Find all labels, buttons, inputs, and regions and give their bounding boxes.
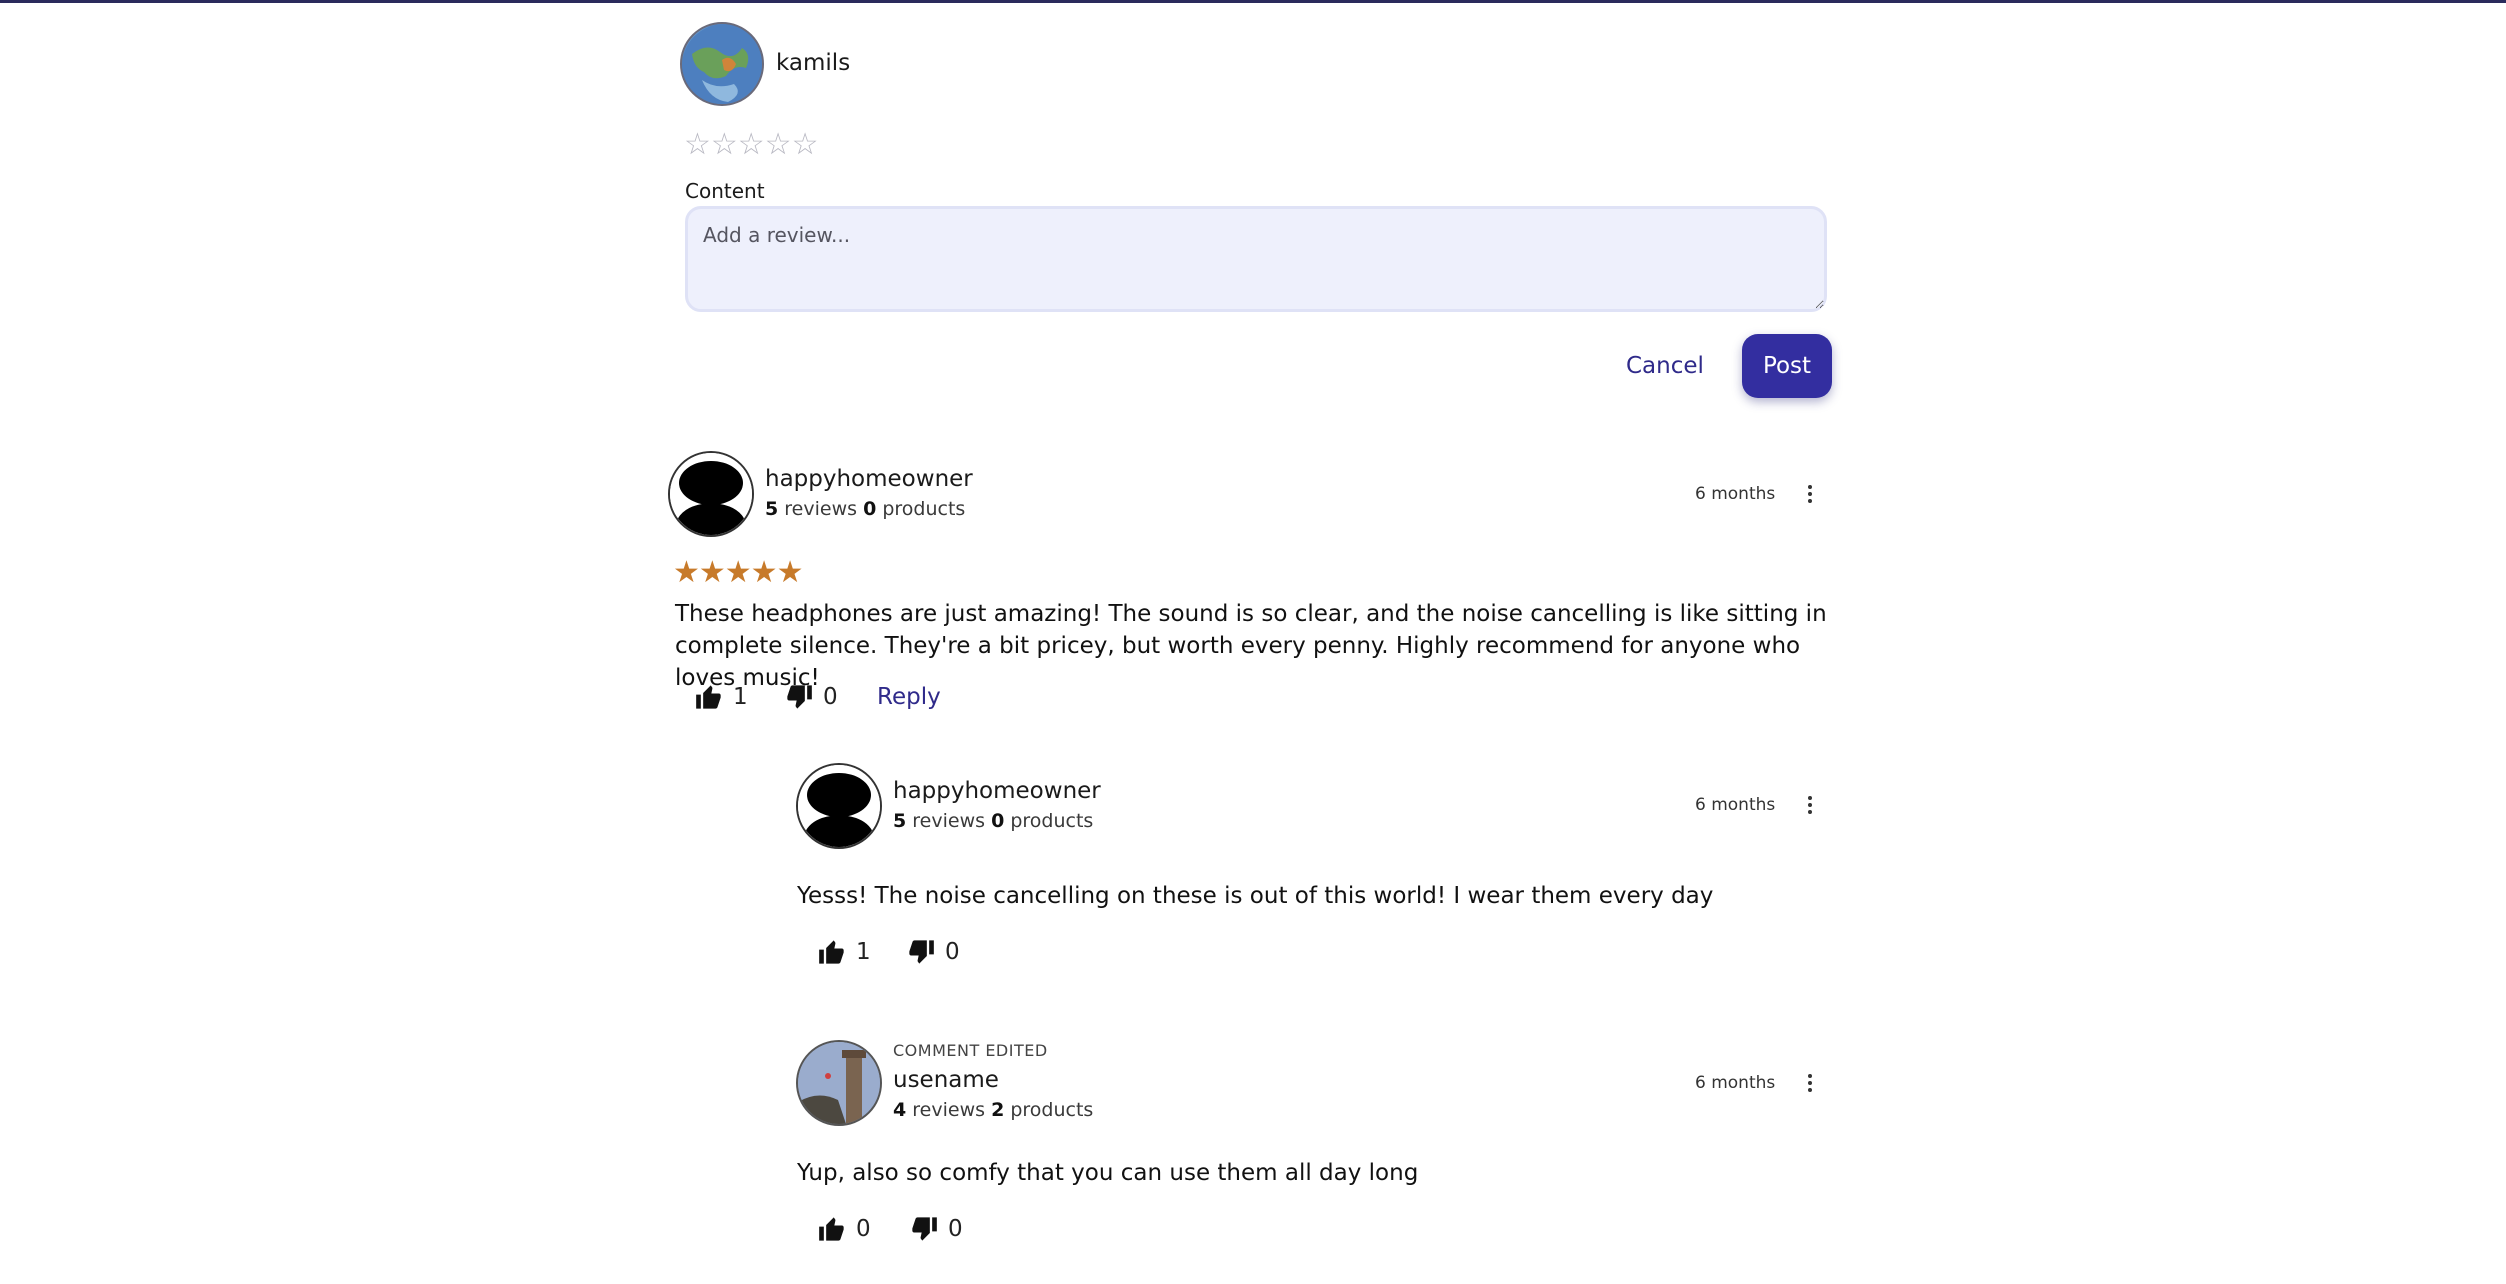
review-rating-stars: ★★★★★	[673, 555, 803, 590]
reply-timestamp: 6 months	[1695, 795, 1776, 815]
thumbs-down-icon	[909, 940, 934, 964]
reply-username[interactable]: usename	[893, 1065, 999, 1095]
kebab-menu-icon[interactable]	[1795, 479, 1825, 509]
like-count: 1	[733, 684, 748, 710]
products-label: products	[1010, 1099, 1094, 1121]
thumbs-up-icon	[819, 1217, 844, 1241]
thumbs-down-icon	[787, 685, 812, 709]
products-count: 0	[991, 810, 1005, 832]
like-count: 1	[856, 939, 871, 965]
cancel-button[interactable]: Cancel	[1612, 346, 1718, 386]
reply-username[interactable]: happyhomeowner	[893, 776, 1101, 806]
thumbs-down-icon	[912, 1217, 937, 1241]
dislike-button[interactable]: 0	[910, 1216, 963, 1242]
reviews-count: 5	[893, 810, 907, 832]
default-avatar-icon	[798, 765, 880, 847]
rating-input-stars[interactable]: ☆☆☆☆☆	[684, 128, 818, 162]
comment-username[interactable]: happyhomeowner	[765, 464, 973, 494]
comment-edited-label: COMMENT EDITED	[893, 1041, 1048, 1060]
comment-timestamp: 6 months	[1695, 484, 1776, 504]
reply-timestamp: 6 months	[1695, 1073, 1776, 1093]
review-textarea[interactable]	[685, 206, 1827, 312]
like-button[interactable]: 1	[818, 939, 871, 965]
products-label: products	[882, 498, 966, 520]
reviews-count: 4	[893, 1099, 907, 1121]
products-count: 0	[863, 498, 877, 520]
dislike-button[interactable]: 0	[907, 939, 960, 965]
thumbs-up-icon	[819, 940, 844, 964]
default-avatar-icon	[670, 453, 752, 535]
avatar[interactable]	[796, 1040, 882, 1126]
products-count: 2	[991, 1099, 1005, 1121]
reply-body: Yesss! The noise cancelling on these is …	[797, 883, 1714, 909]
like-button[interactable]: 1	[695, 684, 748, 710]
reviews-count: 5	[765, 498, 779, 520]
current-user-avatar	[680, 22, 764, 106]
thumbs-up-icon	[696, 685, 721, 709]
content-label: Content	[685, 179, 765, 203]
user-photo-icon	[798, 1042, 880, 1124]
top-border	[0, 0, 2506, 3]
avatar[interactable]	[668, 451, 754, 537]
current-username: kamils	[776, 50, 851, 76]
reply-user-stats: 4 reviews 2 products	[893, 1098, 1093, 1122]
like-count: 0	[856, 1216, 871, 1242]
post-button[interactable]: Post	[1742, 334, 1832, 398]
kebab-menu-icon[interactable]	[1795, 790, 1825, 820]
dislike-count: 0	[948, 1216, 963, 1242]
kebab-menu-icon[interactable]	[1795, 1068, 1825, 1098]
reply-body: Yup, also so comfy that you can use them…	[797, 1160, 1419, 1186]
reviews-label: reviews	[784, 498, 858, 520]
comment-user-stats: 5 reviews 0 products	[765, 497, 965, 521]
dislike-count: 0	[823, 684, 838, 710]
reply-button[interactable]: Reply	[877, 684, 941, 710]
dislike-count: 0	[945, 939, 960, 965]
like-button[interactable]: 0	[818, 1216, 871, 1242]
products-label: products	[1010, 810, 1094, 832]
comment-body: These headphones are just amazing! The s…	[675, 601, 1827, 691]
reviews-label: reviews	[912, 1099, 986, 1121]
avatar[interactable]	[796, 763, 882, 849]
dislike-button[interactable]: 0	[785, 684, 838, 710]
reviews-label: reviews	[912, 810, 986, 832]
reply-user-stats: 5 reviews 0 products	[893, 809, 1093, 833]
